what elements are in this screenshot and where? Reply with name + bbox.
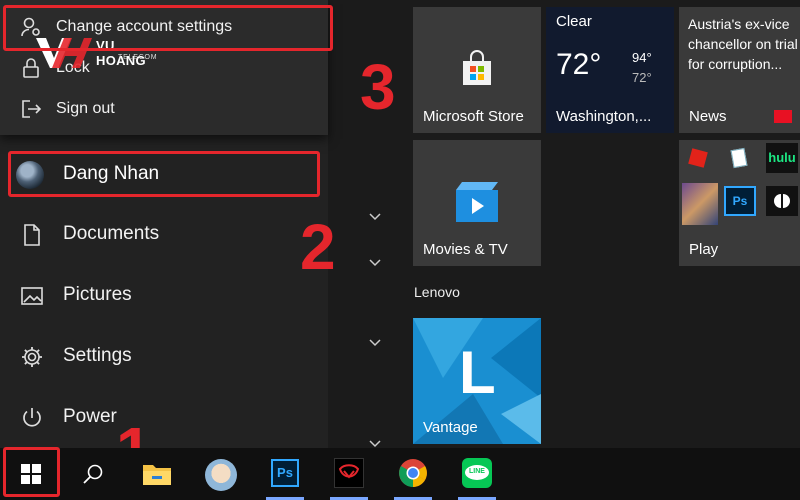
news-icon — [774, 110, 792, 123]
tile-play-label: Play — [689, 241, 719, 258]
search-icon — [83, 464, 103, 484]
gear-icon — [22, 347, 42, 367]
nav-power-label: Power — [63, 406, 117, 427]
tile-vantage-label: Vantage — [423, 419, 478, 436]
start-menu-pane: Change account settings Lock Sign out VU… — [0, 0, 328, 448]
news-headline: Austria's ex-vice chancellor on trial fo… — [688, 16, 798, 72]
weather-location: Washington,... — [556, 108, 652, 125]
line-icon-text: LINE — [469, 468, 485, 475]
document-icon — [24, 224, 40, 246]
tile-microsoft-store[interactable]: Microsoft Store — [413, 7, 541, 133]
sign-out-label: Sign out — [56, 100, 115, 117]
nav-power[interactable]: Power — [0, 394, 328, 442]
chevron-down-icon[interactable] — [368, 211, 382, 221]
step-number-2: 2 — [300, 211, 336, 283]
photoshop-express-icon: Ps — [724, 186, 756, 216]
chrome-button[interactable] — [388, 448, 438, 500]
store-bag-icon — [463, 50, 491, 85]
taskbar: Ps LINE — [0, 448, 800, 500]
tile-movies-label: Movies & TV — [423, 241, 508, 258]
sign-out-icon — [22, 100, 42, 118]
nav-documents[interactable]: Documents — [0, 211, 328, 259]
contact-app-button[interactable] — [196, 448, 246, 500]
weather-low: 72° — [632, 70, 652, 85]
hulu-icon: hulu — [766, 143, 798, 173]
picture-icon — [21, 287, 43, 305]
weather-high: 94° — [632, 50, 652, 65]
line-button[interactable]: LINE — [452, 448, 502, 500]
weather-temp: 72° — [556, 48, 602, 81]
power-icon — [23, 408, 41, 427]
photoshop-icon: Ps — [271, 459, 299, 487]
nav-settings[interactable]: Settings — [0, 333, 328, 381]
start-button-highlight — [3, 447, 60, 497]
nav-pictures-label: Pictures — [63, 284, 132, 305]
step-number-3: 3 — [360, 51, 396, 123]
nav-documents-label: Documents — [63, 223, 160, 244]
vantage-logo-letter: L — [459, 339, 496, 406]
tile-movies-tv[interactable]: Movies & TV — [413, 140, 541, 266]
chevron-down-icon[interactable] — [368, 438, 382, 448]
chevron-down-icon[interactable] — [368, 257, 382, 267]
chrome-icon — [399, 459, 427, 487]
account-settings-highlight — [3, 5, 333, 51]
garena-button[interactable] — [324, 448, 374, 500]
tile-vantage[interactable]: L Vantage — [413, 318, 541, 444]
group-label-lenovo: Lenovo — [414, 284, 460, 300]
nav-pictures[interactable]: Pictures — [0, 272, 328, 320]
watermark-sub: TELECOM — [118, 54, 158, 61]
user-highlight — [8, 151, 320, 197]
roblox-icon — [682, 143, 714, 173]
sign-out-item[interactable]: Sign out — [0, 89, 328, 129]
game-character-icon — [682, 183, 718, 225]
contact-app-icon — [205, 459, 237, 491]
search-button[interactable] — [68, 448, 118, 500]
movies-play-icon — [456, 182, 498, 222]
garena-icon — [334, 458, 364, 488]
chevron-down-icon[interactable] — [368, 337, 382, 347]
file-explorer-button[interactable] — [132, 448, 182, 500]
solitaire-icon — [724, 143, 756, 173]
nav-settings-label: Settings — [63, 345, 132, 366]
dolby-icon — [766, 186, 798, 216]
tile-store-label: Microsoft Store — [423, 108, 524, 125]
weather-condition: Clear — [556, 13, 592, 30]
folder-icon — [143, 465, 171, 485]
line-icon: LINE — [462, 458, 492, 488]
news-label: News — [689, 108, 727, 125]
photoshop-button[interactable]: Ps — [260, 448, 310, 500]
